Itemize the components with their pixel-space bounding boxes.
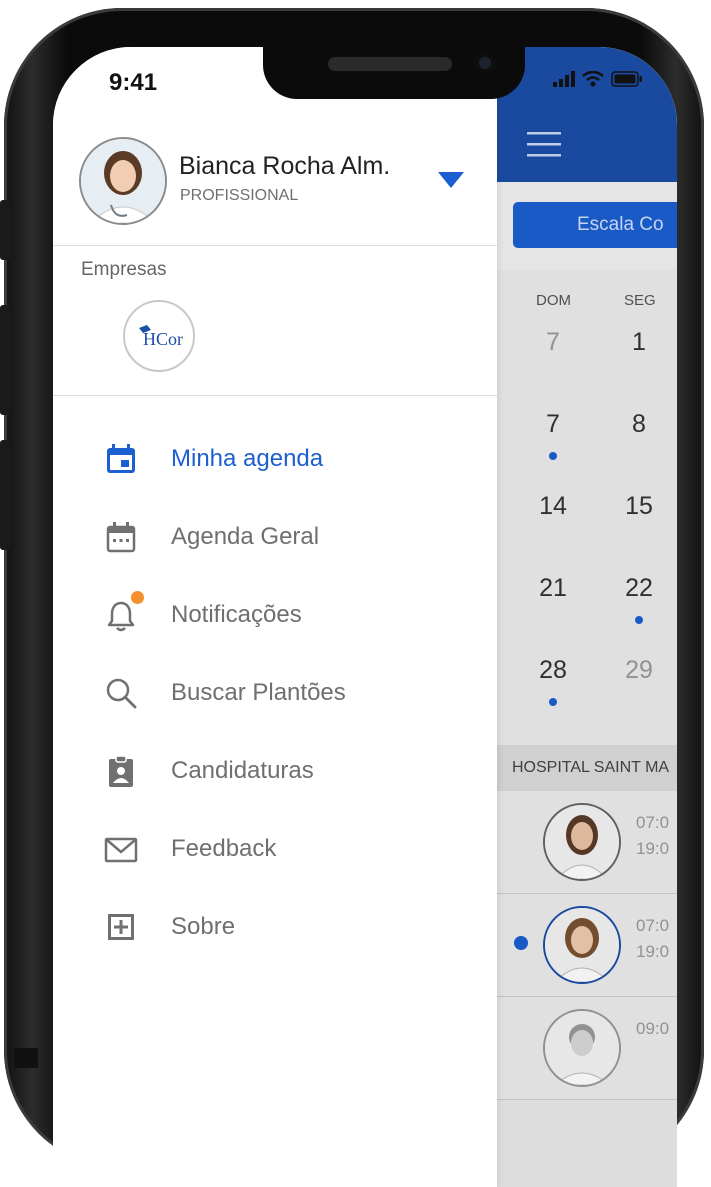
companies-label: Empresas [81,259,167,280]
menu-item-agenda-geral[interactable]: Agenda Geral [53,507,497,567]
status-time: 9:41 [109,69,158,96]
menu-item-sobre[interactable]: Sobre [53,897,497,957]
status-icons [553,71,643,87]
plus-box-icon [108,914,134,940]
search-icon [106,678,137,709]
notification-badge [131,591,144,604]
calendar-icon [107,444,135,473]
camera [475,53,495,73]
signal-icon [553,71,575,87]
menu-item-label: Buscar Plantões [171,679,346,706]
phone-edge [14,1048,38,1068]
menu-item-feedback[interactable]: Feedback [53,819,497,879]
avatar[interactable] [79,137,167,225]
menu-item-label: Notificações [171,601,302,628]
menu-item-label: Candidaturas [171,757,314,784]
divider [53,395,497,396]
mail-icon [104,837,138,863]
volume-up-button [0,305,10,415]
speaker [328,57,452,71]
profile-name: Bianca Rocha Alm. [179,152,391,180]
wifi-icon [582,71,604,87]
screen: Escala Co DOM SEG 7 1 7 8 14 15 21 22 28… [53,47,677,1187]
menu-item-minha-agenda[interactable]: Minha agenda [53,429,497,489]
company-logo-hcor[interactable]: HCor [123,300,195,372]
company-logo-text: HCor [143,329,183,349]
menu-item-buscar-plantoes[interactable]: Buscar Plantões [53,663,497,723]
phone-notch [263,47,525,99]
profile-role: PROFISSIONAL [180,187,299,204]
menu-item-notificacoes[interactable]: Notificações [53,585,497,645]
navigation-drawer: Bianca Rocha Alm. PROFISSIONAL Empresas … [53,47,497,1187]
divider [53,245,497,246]
menu-item-label: Minha agenda [171,445,324,472]
silent-switch [0,200,10,260]
calendar-grid-icon [106,522,136,553]
menu-item-label: Agenda Geral [171,523,320,550]
chevron-down-icon[interactable] [438,172,464,188]
menu-item-label: Sobre [171,913,236,940]
menu-item-candidaturas[interactable]: Candidaturas [53,741,497,801]
menu-item-label: Feedback [171,835,277,862]
drawer-scrim[interactable] [497,47,677,1187]
battery-icon [611,71,642,87]
volume-down-button [0,440,10,550]
clipboard-user-icon [109,755,133,787]
